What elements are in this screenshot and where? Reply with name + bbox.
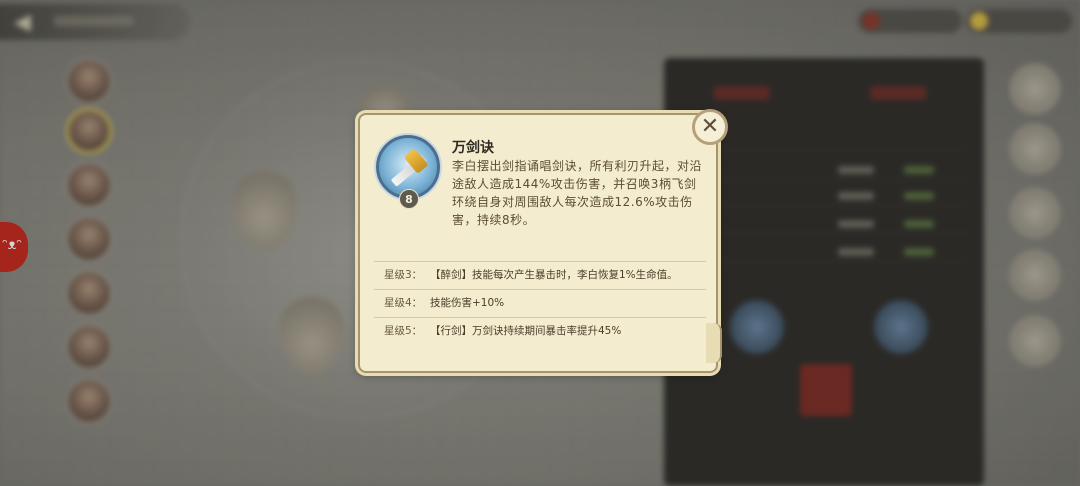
star-level-text: 技能伤害+10% [430, 297, 505, 309]
game-screen: ◀ ᵔᴥᵔ ✕ 8 万剑诀 李白摆出剑指诵唱剑诀，所有利刃升起，对沿途敌人造成1… [0, 0, 1080, 486]
close-icon: ✕ [700, 114, 720, 139]
star-level-label: 星级4： [384, 297, 423, 309]
close-button[interactable]: ✕ [692, 109, 728, 145]
skill-level-badge: 8 [399, 189, 419, 209]
skill-title: 万剑诀 [452, 140, 494, 156]
star-level-row: 星级3： 【醉剑】技能每次产生暴击时，李白恢复1%生命值。 [374, 261, 706, 289]
star-level-label: 星级3： [384, 269, 423, 281]
star-level-text: 【行剑】万剑诀持续期间暴击率提升45% [430, 325, 622, 337]
star-level-row: 星级4： 技能伤害+10% [374, 289, 706, 317]
star-level-text: 【醉剑】技能每次产生暴击时，李白恢复1%生命值。 [430, 269, 678, 281]
skill-description: 李白摆出剑指诵唱剑诀，所有利刃升起，对沿途敌人造成144%攻击伤害，并召唤3柄飞… [452, 159, 703, 227]
star-level-label: 星级5： [384, 325, 423, 337]
star-level-list: 星级3： 【醉剑】技能每次产生暴击时，李白恢复1%生命值。 星级4： 技能伤害+… [374, 261, 706, 345]
star-level-row: 星级5： 【行剑】万剑诀持续期间暴击率提升45% [374, 317, 706, 345]
skill-tooltip: ✕ 8 万剑诀 李白摆出剑指诵唱剑诀，所有利刃升起，对沿途敌人造成144%攻击伤… [358, 109, 728, 373]
